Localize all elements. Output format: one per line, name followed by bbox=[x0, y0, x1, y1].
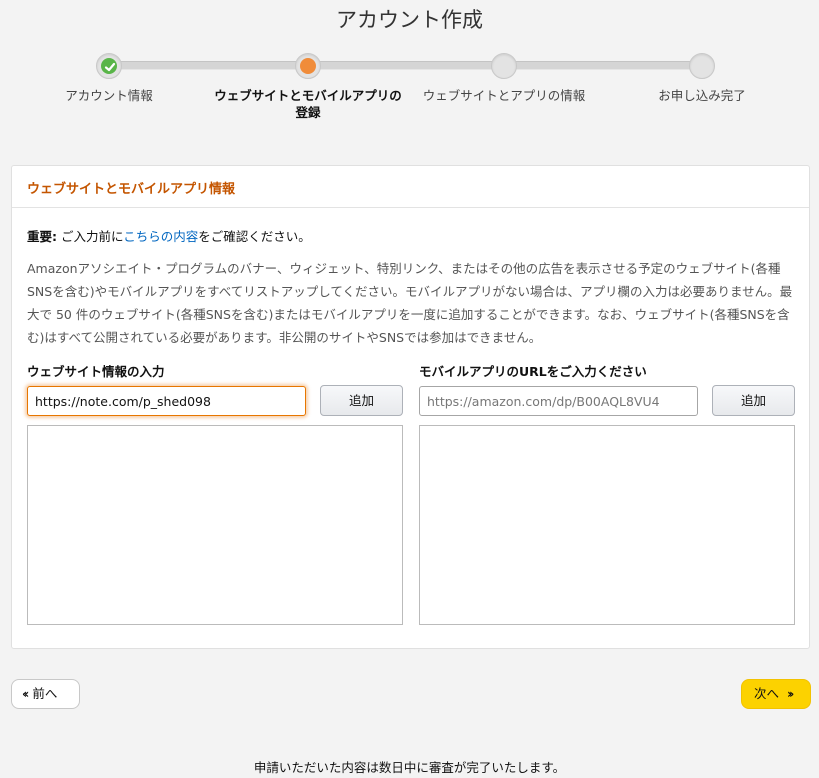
step-2-current-icon bbox=[295, 53, 321, 79]
double-chevron-left-icon: ‹‹ bbox=[22, 686, 30, 701]
description: Amazonアソシエイト・プログラムのバナー、ウィジェット、特別リンク、またはそ… bbox=[27, 261, 793, 345]
website-label: ウェブサイト情報の入力 bbox=[27, 364, 165, 379]
panel-title: ウェブサイトとモバイルアプリ情報 bbox=[12, 166, 809, 208]
website-list[interactable] bbox=[27, 425, 403, 625]
prev-button[interactable]: ‹‹ 前へ bbox=[11, 679, 80, 709]
notice-bold: 重要: bbox=[27, 229, 57, 244]
page-title: アカウント作成 bbox=[336, 8, 483, 32]
step-4-pending-icon bbox=[689, 53, 715, 79]
notice-text-after: をご確認ください。 bbox=[198, 229, 311, 244]
next-label: 次へ bbox=[754, 686, 780, 701]
notice-link[interactable]: こちらの内容 bbox=[123, 229, 198, 244]
step-1-label: アカウント情報 bbox=[65, 88, 153, 103]
app-list[interactable] bbox=[419, 425, 795, 625]
step-2-label: ウェブサイトとモバイルアプリの 登録 bbox=[214, 88, 402, 120]
app-url-input[interactable] bbox=[419, 386, 698, 416]
website-input[interactable] bbox=[27, 386, 306, 416]
app-add-button[interactable]: 追加 bbox=[712, 385, 795, 416]
website-add-button[interactable]: 追加 bbox=[320, 385, 403, 416]
website-app-panel: ウェブサイトとモバイルアプリ情報 重要: ご入力前にこちらの内容をご確認ください… bbox=[11, 165, 810, 649]
review-note: 申請いただいた内容は数日中に審査が完了いたします。 bbox=[253, 760, 566, 775]
step-3-pending-icon bbox=[491, 53, 517, 79]
app-url-label: モバイルアプリのURLをご入力ください bbox=[419, 364, 647, 379]
notice-text-before: ご入力前に bbox=[57, 229, 124, 244]
step-3-label: ウェブサイトとアプリの情報 bbox=[422, 88, 586, 103]
progress-track bbox=[108, 61, 704, 70]
step-1-done-icon bbox=[96, 53, 122, 79]
step-4-label: お申し込み完了 bbox=[658, 88, 746, 103]
double-chevron-right-icon: ›› bbox=[787, 686, 795, 701]
next-button[interactable]: 次へ ›› bbox=[741, 679, 811, 709]
prev-label: 前へ bbox=[32, 686, 58, 701]
notice: 重要: ご入力前にこちらの内容をご確認ください。 bbox=[27, 226, 311, 245]
